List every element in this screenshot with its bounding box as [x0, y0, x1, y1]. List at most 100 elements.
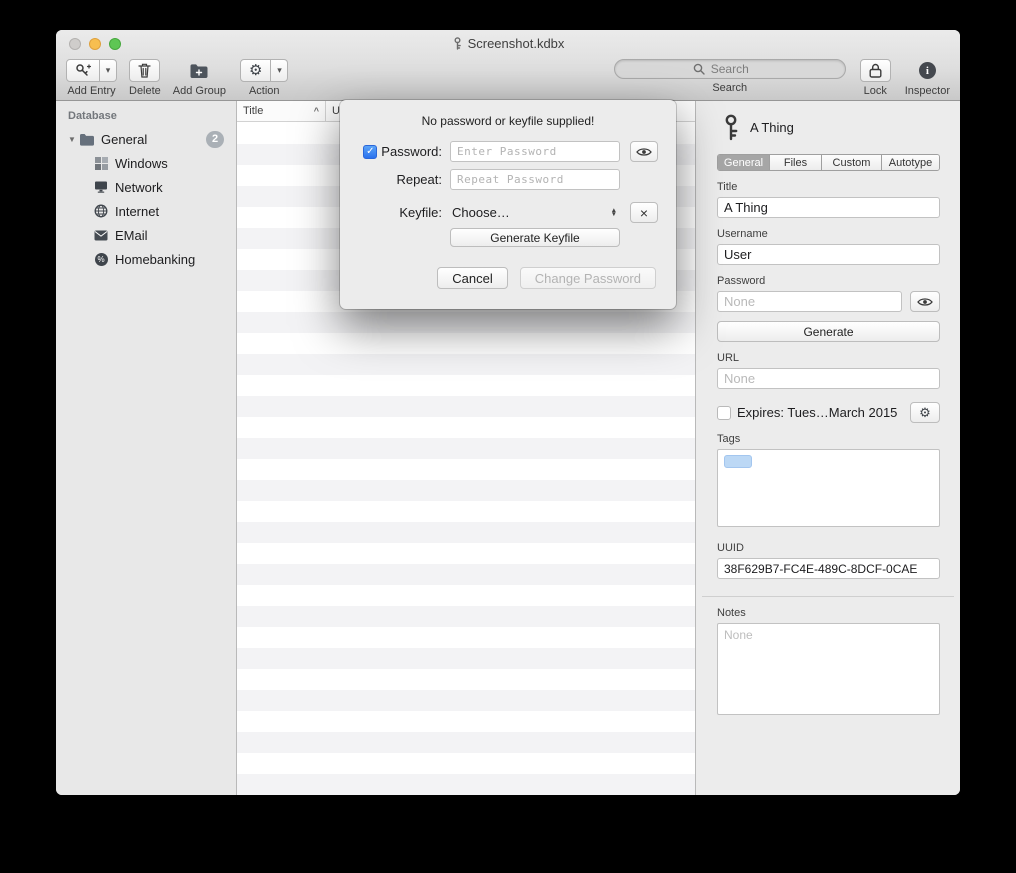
password-checkbox[interactable]: ✓	[363, 145, 377, 159]
generate-password-button[interactable]: Generate	[717, 321, 940, 342]
gear-icon: ⚙	[919, 406, 931, 419]
tab-files[interactable]: Files	[770, 155, 822, 170]
gear-icon: ⚙	[249, 63, 262, 78]
notes-field[interactable]: None	[717, 623, 940, 715]
chevron-down-icon: ▾	[106, 66, 111, 75]
action-button[interactable]: ⚙	[240, 59, 271, 82]
lock-icon	[869, 63, 882, 78]
cancel-button[interactable]: Cancel	[437, 267, 507, 289]
sidebar-group-general[interactable]: ▼ General 2	[56, 127, 236, 151]
sidebar-item-label: Internet	[115, 204, 159, 219]
notes-label: Notes	[717, 607, 940, 619]
search-input[interactable]	[614, 59, 846, 79]
expires-checkbox[interactable]	[717, 406, 731, 420]
add-entry-dropdown-button[interactable]: ▾	[100, 59, 117, 82]
uuid-field[interactable]	[717, 558, 940, 579]
delete-button[interactable]	[129, 59, 160, 82]
titlebar: Screenshot.kdbx	[56, 36, 960, 51]
dialog-message: No password or keyfile supplied!	[360, 114, 656, 128]
keyfile-label: Keyfile:	[360, 205, 442, 220]
title-field[interactable]	[717, 197, 940, 218]
repeat-row: Repeat:	[360, 169, 656, 190]
eye-icon	[636, 147, 652, 157]
clear-keyfile-button[interactable]: ×	[630, 202, 658, 223]
add-entry-toolbar-item: ▾ Add Entry	[66, 59, 117, 97]
password-dialog: No password or keyfile supplied! ✓ Passw…	[340, 100, 676, 309]
expires-settings-button[interactable]: ⚙	[910, 402, 940, 423]
tab-general[interactable]: General	[718, 155, 770, 170]
generate-keyfile-button[interactable]: Generate Keyfile	[450, 228, 620, 247]
reveal-password-button[interactable]	[910, 291, 940, 312]
keyfile-row: Keyfile: Choose… ▲ ▼ ×	[360, 202, 656, 223]
sidebar-group-label: General	[101, 132, 147, 147]
folder-icon	[78, 133, 96, 146]
add-group-label: Add Group	[173, 85, 226, 97]
sort-ascending-icon: ^	[314, 106, 319, 116]
inspector-tabs: General Files Custom Autotype	[717, 154, 940, 171]
tab-autotype[interactable]: Autotype	[882, 155, 939, 170]
search-label: Search	[712, 82, 747, 94]
inspector-panel: A Thing General Files Custom Autotype Ti…	[695, 101, 960, 795]
divider	[702, 596, 954, 597]
delete-toolbar-item: Delete	[129, 59, 161, 97]
action-dropdown-button[interactable]: ▾	[271, 59, 288, 82]
repeat-label: Repeat:	[360, 172, 442, 187]
entry-count-badge: 2	[206, 131, 224, 148]
password-row	[717, 291, 940, 312]
url-field[interactable]	[717, 368, 940, 389]
change-password-button[interactable]: Change Password	[520, 267, 656, 289]
toolbar: ▾ Add Entry Delete Add Group	[56, 58, 960, 100]
repeat-password-field[interactable]	[450, 169, 620, 190]
expires-row: Expires: Tues…March 2015 ⚙	[717, 402, 940, 423]
monitor-icon	[92, 181, 110, 193]
inspector-button[interactable]: i	[913, 59, 942, 82]
password-field-label: Password	[717, 275, 940, 287]
keyfile-selected-value: Choose…	[452, 205, 510, 220]
password-row: ✓ Password:	[360, 141, 656, 162]
entry-key-icon	[723, 114, 739, 141]
action-toolbar-item: ⚙ ▾ Action	[240, 59, 288, 97]
search-toolbar-item: Search	[614, 59, 846, 94]
sidebar-item-label: Windows	[115, 156, 168, 171]
tags-field[interactable]	[717, 449, 940, 527]
title-field-label: Title	[717, 181, 940, 193]
sidebar-item-windows[interactable]: Windows	[56, 151, 236, 175]
sidebar-item-homebanking[interactable]: % Homebanking	[56, 247, 236, 271]
info-icon: i	[919, 62, 936, 79]
checkmark-icon: ✓	[366, 146, 374, 157]
sidebar-item-label: EMail	[115, 228, 148, 243]
username-field-label: Username	[717, 228, 940, 240]
add-group-toolbar-item: Add Group	[173, 59, 226, 97]
username-field[interactable]	[717, 244, 940, 265]
chevron-down-icon: ▾	[277, 66, 282, 75]
eye-icon	[917, 297, 933, 307]
disclosure-triangle-icon[interactable]: ▼	[66, 135, 78, 144]
uuid-label: UUID	[717, 542, 940, 554]
action-label: Action	[249, 85, 280, 97]
sidebar-item-internet[interactable]: Internet	[56, 199, 236, 223]
column-label: Title	[243, 105, 263, 117]
password-label: Password:	[381, 144, 442, 159]
key-plus-icon	[75, 63, 91, 78]
search-field	[614, 59, 846, 79]
reveal-password-button[interactable]	[630, 141, 658, 162]
tab-custom[interactable]: Custom	[822, 155, 882, 170]
tag-token[interactable]	[724, 455, 752, 468]
keyfile-popup[interactable]: Choose… ▲ ▼	[450, 205, 620, 220]
window-chrome: Screenshot.kdbx ▾ Add Entry	[56, 30, 960, 101]
tags-label: Tags	[717, 433, 940, 445]
add-entry-button[interactable]	[66, 59, 100, 82]
url-field-label: URL	[717, 352, 940, 364]
password-field[interactable]	[717, 291, 902, 312]
notes-placeholder: None	[724, 628, 753, 642]
sidebar-item-network[interactable]: Network	[56, 175, 236, 199]
envelope-icon	[92, 230, 110, 241]
folder-plus-icon	[189, 63, 209, 79]
column-header-title[interactable]: Title ^	[237, 101, 326, 121]
globe-icon	[92, 204, 110, 218]
lock-button[interactable]	[860, 59, 891, 82]
add-group-button[interactable]	[183, 59, 215, 82]
sidebar-item-email[interactable]: EMail	[56, 223, 236, 247]
document-key-icon	[452, 37, 463, 50]
enter-password-field[interactable]	[450, 141, 620, 162]
